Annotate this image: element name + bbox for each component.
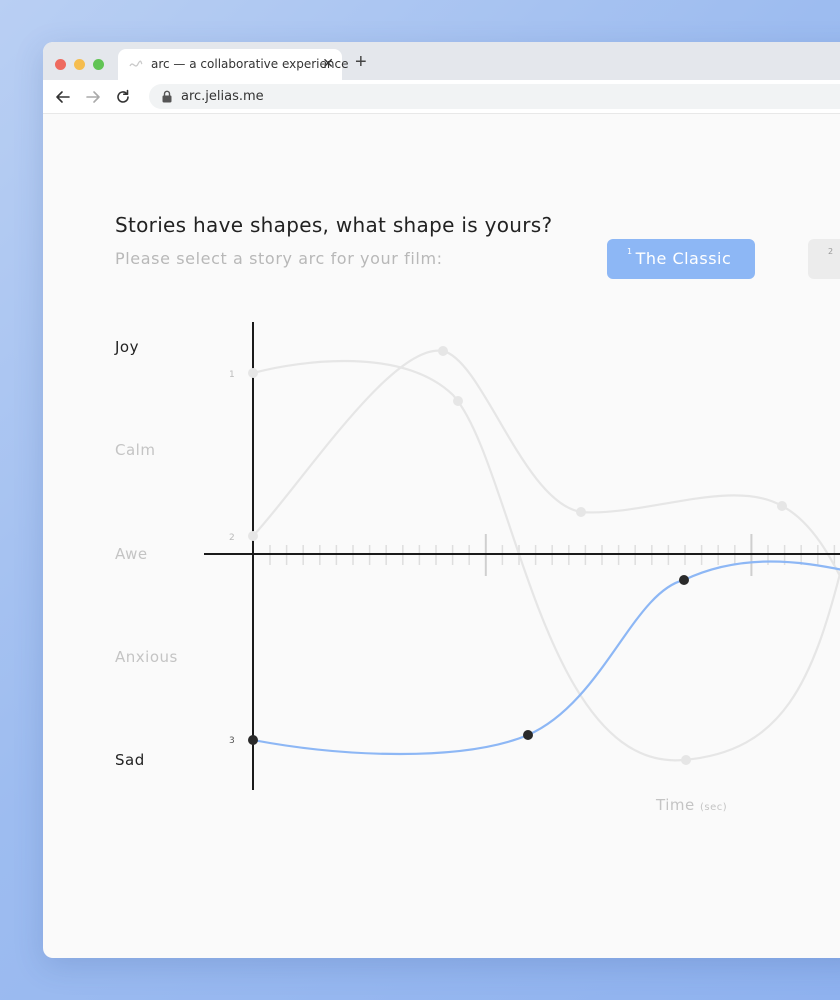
story-arc-chart[interactable]: 1 2 3 [43,42,840,958]
arc-point[interactable] [248,368,258,378]
arc-point[interactable] [438,346,448,356]
browser-window: arc — a collaborative experience ✕ + arc… [43,42,840,958]
arc-point[interactable] [681,755,691,765]
arc-point[interactable] [576,507,586,517]
time-axis-label-text: Time [656,796,695,814]
arc-point[interactable] [453,396,463,406]
time-axis-label: Time (sec) [656,796,727,814]
point-label-3: 3 [229,736,235,746]
arc-point[interactable] [777,501,787,511]
point-label-2: 2 [229,533,235,543]
arc-point-selected[interactable] [679,575,689,585]
time-axis-unit: (sec) [700,802,728,813]
point-label-1: 1 [229,370,235,380]
arc-curve-selected[interactable] [252,560,840,756]
arc-point-selected[interactable] [248,735,258,745]
arc-point-selected[interactable] [523,730,533,740]
arc-point[interactable] [248,531,258,541]
